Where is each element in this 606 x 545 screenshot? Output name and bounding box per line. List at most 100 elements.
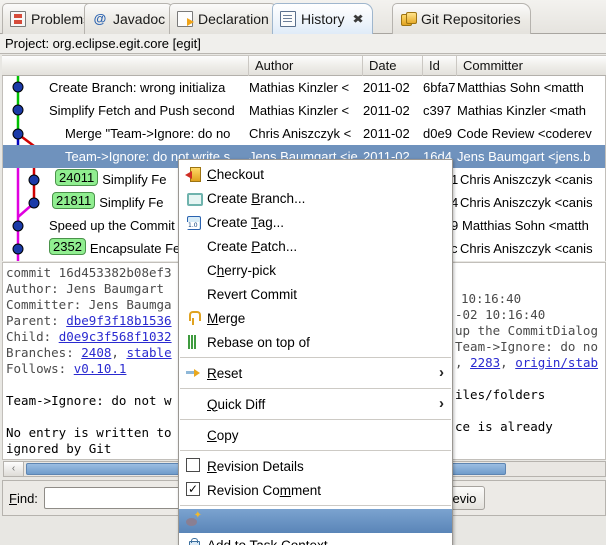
git-repositories-icon bbox=[400, 11, 417, 27]
find-label: Find: bbox=[9, 490, 38, 506]
menu-item-label: Revision Details bbox=[207, 458, 304, 474]
menu-item-label: Create Tag... bbox=[207, 214, 285, 230]
problems-icon bbox=[10, 11, 26, 27]
commit-id-badge: 21811 bbox=[52, 192, 96, 209]
column-header-id[interactable]: Id bbox=[422, 56, 456, 76]
menu-item-revision-comment[interactable]: ✓ Revision Comment bbox=[179, 478, 452, 502]
menu-item-label: Add to Task Context bbox=[207, 537, 328, 545]
open-corresponding-task-icon bbox=[185, 537, 201, 545]
menu-item-label: Reset bbox=[207, 365, 243, 381]
detail-line-right: iles/folders bbox=[455, 387, 546, 402]
child-commit-link[interactable]: d0e9c3f568f1032 bbox=[59, 329, 172, 344]
column-header-graph[interactable] bbox=[2, 56, 248, 76]
menu-item-label: Revert Commit bbox=[207, 286, 298, 302]
branch-link[interactable]: 2283 bbox=[470, 355, 500, 370]
tab-git-repositories[interactable]: Git Repositories bbox=[392, 3, 531, 34]
cell-committer: Chris Aniszczyk <canis bbox=[460, 241, 593, 256]
tab-label: Git Repositories bbox=[421, 11, 521, 27]
tab-javadoc[interactable]: @ Javadoc bbox=[84, 3, 176, 34]
menu-separator bbox=[180, 419, 451, 420]
menu-item-label: Rebase on top of bbox=[207, 334, 310, 350]
column-header-committer[interactable]: Committer bbox=[456, 56, 606, 76]
cell-author: Mathias Kinzler < bbox=[249, 103, 350, 118]
menu-item-rebase-on-top-of[interactable]: Rebase on top of bbox=[179, 330, 452, 354]
tab-label: Declaration bbox=[198, 11, 269, 27]
menu-item-merge[interactable]: Merge bbox=[179, 306, 452, 330]
menu-separator bbox=[180, 505, 451, 506]
context-menu: Checkout Create Branch... Create Tag... … bbox=[178, 159, 453, 545]
reset-icon bbox=[185, 365, 201, 381]
rebase-icon bbox=[185, 334, 201, 350]
column-header-author[interactable]: Author bbox=[248, 56, 362, 76]
cell-id: 6bfa7 bbox=[423, 80, 456, 95]
menu-item-label: Revision Comment bbox=[207, 482, 322, 498]
menu-separator bbox=[180, 450, 451, 451]
detail-line-right: ce is already bbox=[455, 419, 553, 434]
tab-label: History bbox=[301, 11, 345, 27]
view-tab-bar: Problems @ Javadoc Declaration History ✖… bbox=[0, 0, 606, 34]
cell-message: Simplify Fetch and Push second bbox=[49, 103, 235, 118]
scroll-left-icon[interactable]: ‹ bbox=[4, 462, 24, 476]
cell-committer: Matthias Sohn <matth bbox=[462, 218, 589, 233]
branch-link[interactable]: origin/stab bbox=[515, 355, 598, 370]
tab-declaration[interactable]: Declaration bbox=[169, 3, 279, 34]
parent-commit-link[interactable]: dbe9f3f18b1536 bbox=[66, 313, 171, 328]
table-row[interactable]: Merge "Team->Ignore: do no Chris Aniszcz… bbox=[3, 122, 605, 145]
branch-link[interactable]: 2408 bbox=[81, 345, 111, 360]
cell-message: Merge "Team->Ignore: do no bbox=[65, 126, 231, 141]
table-row[interactable]: Simplify Fetch and Push second Mathias K… bbox=[3, 99, 605, 122]
tab-label: Problems bbox=[31, 11, 91, 27]
menu-item-label: Quick Diff bbox=[207, 396, 266, 412]
menu-item-revert-commit[interactable]: Revert Commit bbox=[179, 282, 452, 306]
menu-item-label: Create Branch... bbox=[207, 190, 306, 206]
cell-committer: Chris Aniszczyk <canis bbox=[460, 172, 593, 187]
menu-item-create-tag[interactable]: Create Tag... bbox=[179, 210, 452, 234]
cell-id: c397 bbox=[423, 103, 452, 118]
menu-item-open-corresponding-task[interactable]: Add to Task Context bbox=[179, 533, 452, 545]
commit-id-badge: 2352 bbox=[49, 238, 86, 255]
add-to-task-context-icon bbox=[185, 510, 202, 529]
menu-item-reset[interactable]: Reset › bbox=[179, 361, 452, 385]
create-branch-icon bbox=[185, 190, 203, 206]
tab-history[interactable]: History ✖ bbox=[272, 3, 373, 34]
column-header-date[interactable]: Date bbox=[362, 56, 422, 76]
menu-item-label: Checkout bbox=[207, 166, 265, 182]
cell-committer: Matthias Sohn <matth bbox=[457, 80, 584, 95]
cell-committer: Mathias Kinzler <math bbox=[457, 103, 586, 118]
branch-link[interactable]: stable bbox=[126, 345, 171, 360]
checkbox-checked-icon[interactable]: ✓ bbox=[186, 482, 200, 496]
cell-committer: Code Review <coderev bbox=[457, 126, 592, 141]
close-icon[interactable]: ✖ bbox=[352, 12, 364, 26]
menu-item-checkout[interactable]: Checkout bbox=[179, 162, 452, 186]
cell-id: d0e9 bbox=[423, 126, 452, 141]
menu-item-label: Cherry-pick bbox=[207, 262, 277, 278]
project-breadcrumb: Project: org.eclipse.egit.core [egit] bbox=[0, 34, 606, 54]
eclipse-history-view: Problems @ Javadoc Declaration History ✖… bbox=[0, 0, 606, 545]
menu-item-create-branch[interactable]: Create Branch... bbox=[179, 186, 452, 210]
menu-separator bbox=[180, 388, 451, 389]
menu-item-create-patch[interactable]: Create Patch... bbox=[179, 234, 452, 258]
chevron-right-icon: › bbox=[439, 395, 444, 412]
detail-line-right: -02 10:16:40 bbox=[455, 307, 546, 322]
commit-id-badge: 24011 bbox=[55, 169, 99, 186]
declaration-icon bbox=[177, 11, 194, 27]
menu-item-add-to-task-context[interactable] bbox=[179, 509, 452, 533]
menu-item-quick-diff[interactable]: Quick Diff › bbox=[179, 392, 452, 416]
detail-line-right: , 2283, origin/stab bbox=[455, 355, 599, 370]
cell-author: Chris Aniszczyk < bbox=[249, 126, 352, 141]
cell-date: 2011-02 bbox=[363, 103, 410, 118]
javadoc-icon: @ bbox=[93, 11, 107, 26]
cell-committer: Jens Baumgart <jens.b bbox=[457, 149, 591, 164]
create-tag-icon bbox=[185, 214, 201, 230]
checkout-icon bbox=[185, 166, 201, 182]
table-row[interactable]: Create Branch: wrong initializa Mathias … bbox=[3, 76, 605, 99]
cell-author: Mathias Kinzler < bbox=[249, 80, 350, 95]
menu-item-copy[interactable]: Copy bbox=[179, 423, 452, 447]
chevron-right-icon: › bbox=[439, 364, 444, 381]
cell-message: Create Branch: wrong initializa bbox=[49, 80, 226, 95]
menu-item-revision-details[interactable]: Revision Details bbox=[179, 454, 452, 478]
tag-link[interactable]: v0.10.1 bbox=[74, 361, 127, 376]
menu-item-cherry-pick[interactable]: Cherry-pick bbox=[179, 258, 452, 282]
detail-line-right: Team->Ignore: do no bbox=[455, 339, 598, 354]
checkbox-checked-icon[interactable] bbox=[186, 458, 200, 472]
